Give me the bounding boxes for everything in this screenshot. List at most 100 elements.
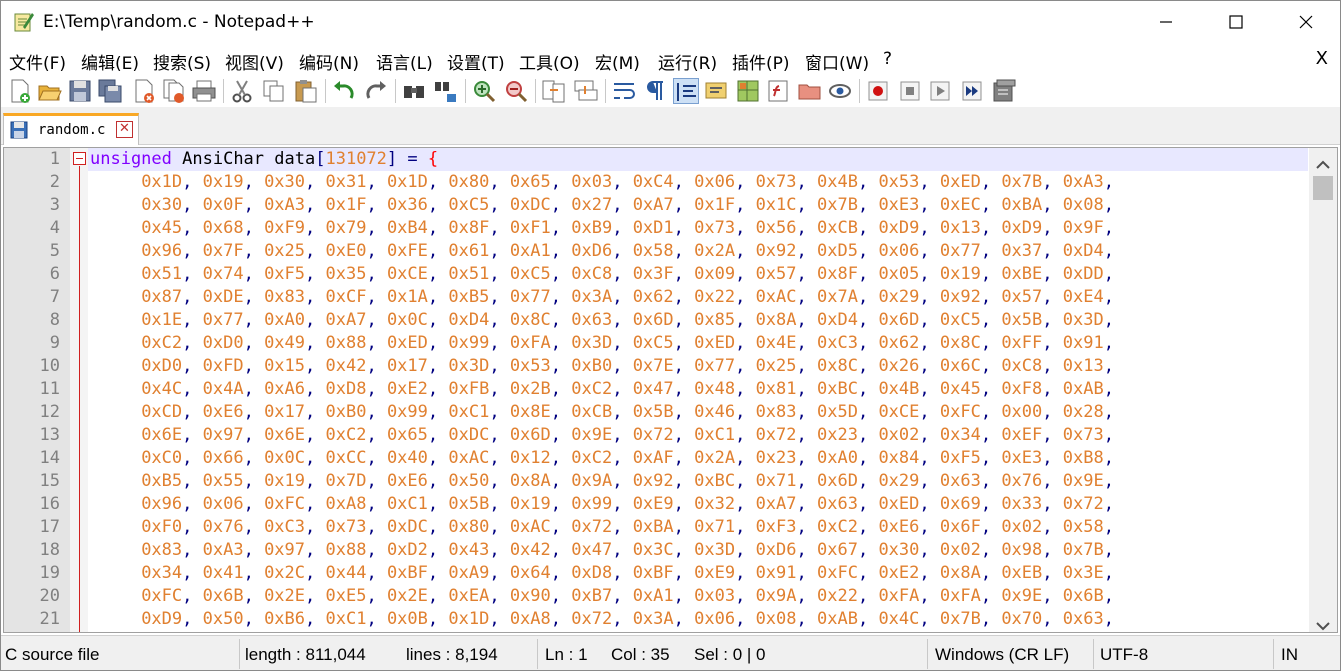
find-icon[interactable] bbox=[401, 78, 427, 104]
menu-search[interactable]: 搜索(S) bbox=[153, 49, 211, 74]
hex-value: 0x0B bbox=[386, 609, 428, 629]
replace-icon[interactable] bbox=[433, 78, 459, 104]
save-icon[interactable] bbox=[67, 78, 93, 104]
menu-language[interactable]: 语言(L) bbox=[376, 49, 433, 74]
status-encoding[interactable]: UTF-8 bbox=[1100, 645, 1148, 665]
comma: , bbox=[489, 195, 510, 215]
hex-value: 0xBC bbox=[817, 379, 858, 399]
hex-value: 0x9F bbox=[1062, 218, 1104, 238]
run-macro-multiple-icon[interactable] bbox=[959, 78, 985, 104]
sync-vertical-icon[interactable] bbox=[541, 78, 567, 104]
hex-value: 0x47 bbox=[571, 540, 613, 560]
scroll-thumb[interactable] bbox=[1313, 176, 1333, 200]
comma: , bbox=[366, 195, 387, 215]
tab-close-icon[interactable]: ✕ bbox=[116, 121, 133, 138]
save-macro-icon[interactable] bbox=[991, 78, 1017, 104]
copy-icon[interactable] bbox=[261, 78, 287, 104]
hex-value: 0xB5 bbox=[448, 287, 490, 307]
toolbar-separator bbox=[605, 79, 606, 103]
menu-file[interactable]: 文件(F) bbox=[9, 49, 66, 74]
menu-settings[interactable]: 设置(T) bbox=[447, 49, 505, 74]
status-eol[interactable]: Windows (CR LF) bbox=[935, 645, 1069, 665]
monitoring-icon[interactable] bbox=[827, 78, 853, 104]
code-line: 0x45, 0x68, 0xF9, 0x79, 0xB4, 0x8F, 0xF1… bbox=[90, 217, 1124, 240]
record-macro-icon[interactable] bbox=[865, 78, 891, 104]
document-map-icon[interactable] bbox=[735, 78, 761, 104]
save-all-icon[interactable] bbox=[97, 78, 123, 104]
close-file-icon[interactable] bbox=[131, 78, 157, 104]
hex-value: 0xE0 bbox=[325, 241, 367, 261]
status-bar: C source file length : 811,044 lines : 8… bbox=[1, 635, 1340, 670]
menu-tools[interactable]: 工具(O) bbox=[519, 49, 580, 74]
comma: , bbox=[1042, 195, 1063, 215]
menu-help[interactable]: ? bbox=[883, 49, 892, 69]
show-all-chars-icon[interactable] bbox=[641, 78, 667, 104]
comma: , bbox=[1042, 471, 1063, 491]
maximize-button[interactable] bbox=[1201, 1, 1271, 45]
hex-value: 0x73 bbox=[755, 172, 797, 192]
file-saved-icon bbox=[10, 121, 28, 139]
title-bar[interactable]: E:\Temp\random.c - Notepad++ bbox=[1, 1, 1340, 45]
comma: , bbox=[489, 333, 510, 353]
word-wrap-icon[interactable] bbox=[611, 78, 637, 104]
language-define-icon[interactable] bbox=[703, 78, 729, 104]
hex-value: 0xE2 bbox=[386, 379, 428, 399]
menu-macro[interactable]: 宏(M) bbox=[595, 49, 640, 74]
menu-view[interactable]: 视图(V) bbox=[225, 49, 284, 74]
hex-value: 0x53 bbox=[878, 172, 920, 192]
vertical-scrollbar[interactable] bbox=[1309, 148, 1337, 632]
notepad-app-icon[interactable] bbox=[13, 11, 35, 33]
comma: , bbox=[243, 195, 265, 215]
minimize-button[interactable] bbox=[1131, 1, 1201, 45]
hex-value: 0x6E bbox=[264, 425, 306, 445]
hex-value: 0x1E bbox=[141, 310, 183, 330]
menu-close-document-button[interactable]: X bbox=[1316, 48, 1328, 69]
cut-icon[interactable] bbox=[229, 78, 255, 104]
indent-guide-icon[interactable] bbox=[673, 78, 699, 104]
stop-macro-icon[interactable] bbox=[897, 78, 923, 104]
zoom-out-icon[interactable] bbox=[503, 78, 529, 104]
zoom-in-icon[interactable] bbox=[471, 78, 497, 104]
play-macro-icon[interactable] bbox=[927, 78, 953, 104]
hex-value: 0x8E bbox=[509, 402, 551, 422]
hex-value: 0xCC bbox=[325, 448, 367, 468]
menu-window[interactable]: 窗口(W) bbox=[805, 49, 869, 74]
status-separator bbox=[927, 639, 928, 669]
menu-edit[interactable]: 编辑(E) bbox=[81, 49, 139, 74]
hex-value: 0x8F bbox=[817, 264, 858, 284]
hex-value: 0x1D bbox=[141, 172, 183, 192]
menu-plugins[interactable]: 插件(P) bbox=[732, 49, 790, 74]
hex-value: 0xD9 bbox=[1001, 218, 1043, 238]
tab-random-c[interactable]: random.c ✕ bbox=[3, 113, 139, 145]
comma: , bbox=[857, 402, 879, 422]
undo-icon[interactable] bbox=[331, 78, 357, 104]
hex-value: 0x63 bbox=[817, 494, 858, 514]
print-icon[interactable] bbox=[191, 78, 217, 104]
comma: , bbox=[612, 540, 633, 560]
fold-collapse-icon[interactable] bbox=[73, 152, 86, 165]
hex-value: 0x3D bbox=[448, 356, 490, 376]
editor-pane[interactable]: 1 2 3 4 5 6 7 8 9 10 11 12 13 14 15 16 17 18 19 20 21 unsign… bbox=[3, 147, 1338, 633]
hex-value: 0x35 bbox=[325, 264, 367, 284]
hex-value: 0xA8 bbox=[325, 494, 367, 514]
paste-icon[interactable] bbox=[293, 78, 319, 104]
comma: , bbox=[980, 563, 1002, 583]
hex-value: 0x13 bbox=[1062, 356, 1104, 376]
open-file-icon[interactable] bbox=[37, 78, 63, 104]
comma: , bbox=[857, 218, 879, 238]
scroll-down-icon[interactable] bbox=[1316, 616, 1330, 632]
close-button[interactable] bbox=[1271, 1, 1340, 45]
scroll-up-icon[interactable] bbox=[1316, 155, 1330, 174]
redo-icon[interactable] bbox=[363, 78, 389, 104]
sync-horizontal-icon[interactable] bbox=[573, 78, 599, 104]
close-all-icon[interactable] bbox=[161, 78, 187, 104]
new-file-icon[interactable] bbox=[7, 78, 33, 104]
hex-value: 0x06 bbox=[694, 172, 736, 192]
function-list-icon[interactable] bbox=[765, 78, 791, 104]
menu-encoding[interactable]: 编码(N) bbox=[299, 49, 359, 74]
comma: , bbox=[427, 379, 449, 399]
menu-run[interactable]: 运行(R) bbox=[658, 49, 717, 74]
comma: , bbox=[550, 195, 572, 215]
comma: , bbox=[673, 586, 695, 606]
folder-workspace-icon[interactable] bbox=[797, 78, 823, 104]
